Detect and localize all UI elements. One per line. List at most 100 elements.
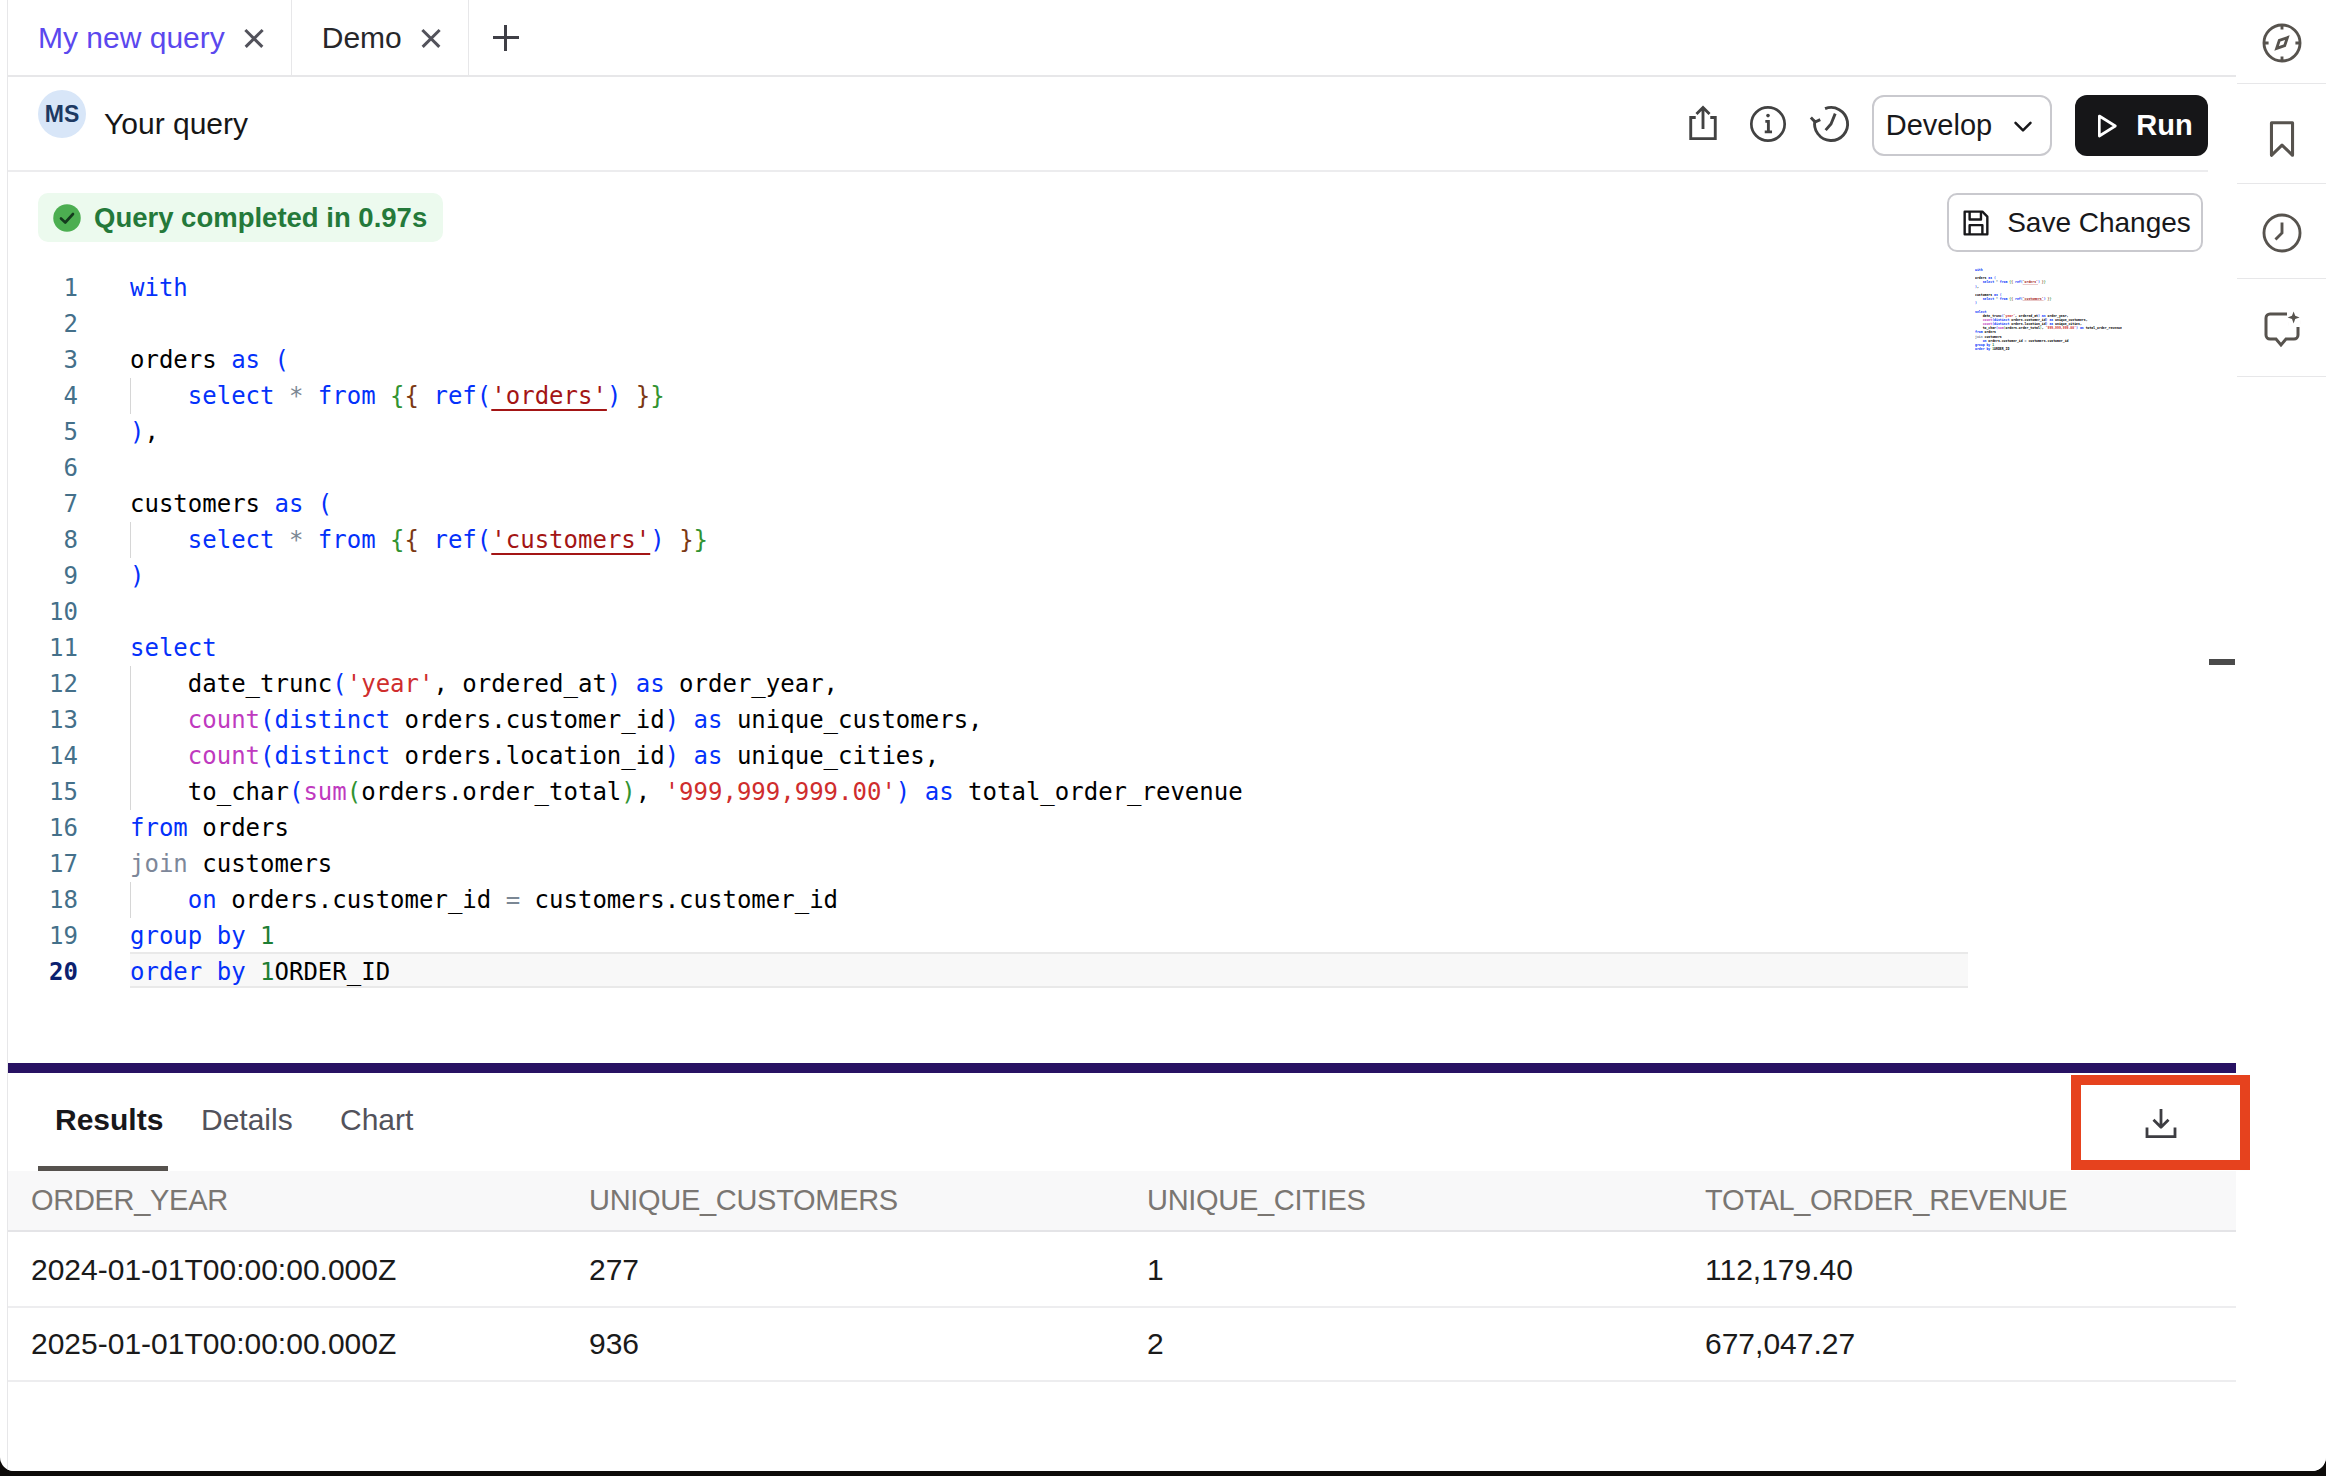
save-label: Save Changes — [2007, 207, 2191, 239]
info-button[interactable] — [1745, 77, 1791, 170]
code-line-18[interactable]: 18 on orders.customer_id = customers.cus… — [8, 882, 2208, 918]
code-line-17[interactable]: 17join customers — [8, 846, 2208, 882]
code-token: ) — [130, 418, 144, 446]
tab-label: My new query — [38, 21, 225, 55]
code-line-13[interactable]: 13 count(distinct orders.customer_id) as… — [8, 702, 2208, 738]
code-line-4[interactable]: 4 select * from {{ ref('orders') }} — [8, 378, 2208, 414]
run-button[interactable]: Run — [2075, 95, 2208, 156]
code-token: to_char — [130, 778, 289, 806]
develop-dropdown[interactable]: Develop — [1872, 95, 2052, 156]
save-changes-button[interactable]: Save Changes — [1947, 193, 2203, 252]
column-header-order_year[interactable]: ORDER_YEAR — [31, 1171, 228, 1230]
code-token: with — [130, 274, 188, 302]
code-token: customers — [130, 490, 275, 518]
history-panel-button[interactable] — [2237, 210, 2326, 256]
code-token: from — [130, 814, 188, 842]
code-token: '999,999,999.00' — [665, 778, 896, 806]
tab-chart[interactable]: Chart — [340, 1073, 413, 1166]
table-cell: 112,179.40 — [1705, 1234, 1853, 1306]
code-text: select * from {{ ref('customers') }} — [130, 522, 708, 558]
table-cell: 1 — [1147, 1234, 1164, 1306]
column-header-unique_customers[interactable]: UNIQUE_CUSTOMERS — [589, 1171, 898, 1230]
query-header: MS Your query Develop — [8, 77, 2208, 172]
table-row[interactable]: 2024-01-01T00:00:00.000Z2771112,179.40 — [8, 1234, 2236, 1308]
code-line-2[interactable]: 2 — [8, 306, 2208, 342]
code-line-7[interactable]: 7customers as ( — [8, 486, 2208, 522]
run-label: Run — [2136, 109, 2192, 142]
line-number: 8 — [8, 522, 78, 558]
explore-button[interactable] — [2237, 20, 2326, 66]
code-token: ) — [665, 742, 679, 770]
tab-details[interactable]: Details — [201, 1073, 293, 1166]
column-header-unique_cities[interactable]: UNIQUE_CITIES — [1147, 1171, 1365, 1230]
share-button[interactable] — [1680, 77, 1726, 170]
code-line-16[interactable]: 16from orders — [8, 810, 2208, 846]
code-token: distinct — [275, 742, 391, 770]
code-token: as — [694, 742, 723, 770]
code-token: } — [694, 526, 708, 554]
code-line-8[interactable]: 8 select * from {{ ref('customers') }} — [8, 522, 2208, 558]
code-token: ) — [665, 706, 679, 734]
code-text: order by 1ORDER_ID — [130, 954, 390, 990]
code-token: as — [694, 706, 723, 734]
tab-demo[interactable]: Demo — [292, 0, 469, 75]
code-token: ( — [318, 490, 332, 518]
history-button[interactable] — [1808, 77, 1854, 170]
code-line-20[interactable]: 20order by 1ORDER_ID — [8, 954, 2208, 990]
app-window: My new query Demo MS Your query — [0, 0, 2326, 1471]
code-token: as — [925, 778, 954, 806]
code-token — [275, 382, 289, 410]
code-token: group by — [130, 922, 246, 950]
code-token — [910, 778, 924, 806]
line-number: 13 — [8, 702, 78, 738]
code-line-10[interactable]: 10 — [8, 594, 2208, 630]
tab-label: Chart — [340, 1103, 413, 1137]
close-icon[interactable] — [243, 27, 265, 49]
code-token: * — [289, 526, 303, 554]
code-token: select — [188, 382, 275, 410]
minimap[interactable]: withorders as ( select * from {{ ref('or… — [1975, 268, 2199, 351]
panel-divider[interactable] — [8, 1063, 2236, 1073]
code-token: total_order_revenue — [954, 778, 1243, 806]
column-header-total_order_revenue[interactable]: TOTAL_ORDER_REVENUE — [1705, 1171, 2067, 1230]
code-line-14[interactable]: 14 count(distinct orders.location_id) as… — [8, 738, 2208, 774]
code-token: ( — [260, 742, 274, 770]
code-text: group by 1 — [130, 918, 275, 954]
code-token: count — [188, 706, 260, 734]
code-line-3[interactable]: 3orders as ( — [8, 342, 2208, 378]
plus-icon — [493, 25, 519, 51]
code-token: } — [679, 526, 693, 554]
bookmark-button[interactable] — [2237, 116, 2326, 162]
line-number: 17 — [8, 846, 78, 882]
code-line-1[interactable]: 1with — [8, 270, 2208, 306]
table-cell: 2 — [1147, 1308, 1164, 1380]
code-text: ), — [130, 414, 159, 450]
code-line-6[interactable]: 6 — [8, 450, 2208, 486]
table-row[interactable]: 2025-01-01T00:00:00.000Z9362677,047.27 — [8, 1308, 2236, 1382]
tab-label: Results — [55, 1103, 163, 1137]
code-token — [679, 742, 693, 770]
code-token: ) — [621, 778, 635, 806]
tab-results[interactable]: Results — [55, 1073, 163, 1166]
code-line-11[interactable]: 11select — [8, 630, 2208, 666]
code-token — [130, 706, 188, 734]
code-line-15[interactable]: 15 to_char(sum(orders.order_total), '999… — [8, 774, 2208, 810]
page-title: Your query — [104, 77, 248, 170]
code-token: ( — [332, 670, 346, 698]
line-number: 10 — [8, 594, 78, 630]
code-line-19[interactable]: 19group by 1 — [8, 918, 2208, 954]
code-line-9[interactable]: 9) — [8, 558, 2208, 594]
sql-editor[interactable]: 1with23orders as (4 select * from {{ ref… — [8, 252, 2236, 1063]
ai-chat-button[interactable] — [2237, 305, 2326, 353]
code-token: ) — [130, 562, 144, 590]
code-token: { — [405, 526, 419, 554]
tab-my-new-query[interactable]: My new query — [8, 0, 292, 75]
code-token — [275, 526, 289, 554]
close-icon[interactable] — [420, 27, 442, 49]
code-line-12[interactable]: 12 date_trunc('year', ordered_at) as ord… — [8, 666, 2208, 702]
code-line-5[interactable]: 5), — [8, 414, 2208, 450]
code-token: ref — [433, 382, 476, 410]
code-token: = — [506, 886, 520, 914]
new-tab-button[interactable] — [469, 0, 543, 75]
code-token — [303, 490, 317, 518]
